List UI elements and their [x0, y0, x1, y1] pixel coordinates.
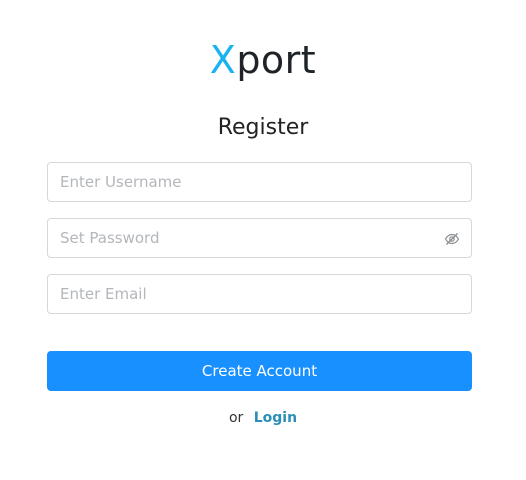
password-field	[47, 218, 472, 258]
password-input[interactable]	[48, 219, 471, 257]
login-prompt: or Login	[0, 408, 526, 428]
username-field	[47, 162, 472, 202]
brand-logo-accent: X	[209, 38, 237, 82]
or-text: or	[228, 410, 244, 426]
email-field	[47, 274, 472, 314]
brand-logo-rest: port	[236, 38, 317, 82]
brand-logo: Xport	[0, 38, 526, 82]
register-page: Xport Register Create Account or Login	[0, 0, 526, 480]
username-input[interactable]	[48, 163, 471, 201]
eye-slash-icon[interactable]	[444, 231, 460, 247]
email-input[interactable]	[48, 275, 471, 313]
login-link[interactable]: Login	[254, 410, 297, 426]
create-account-button[interactable]: Create Account	[47, 351, 472, 391]
page-title: Register	[217, 115, 309, 140]
